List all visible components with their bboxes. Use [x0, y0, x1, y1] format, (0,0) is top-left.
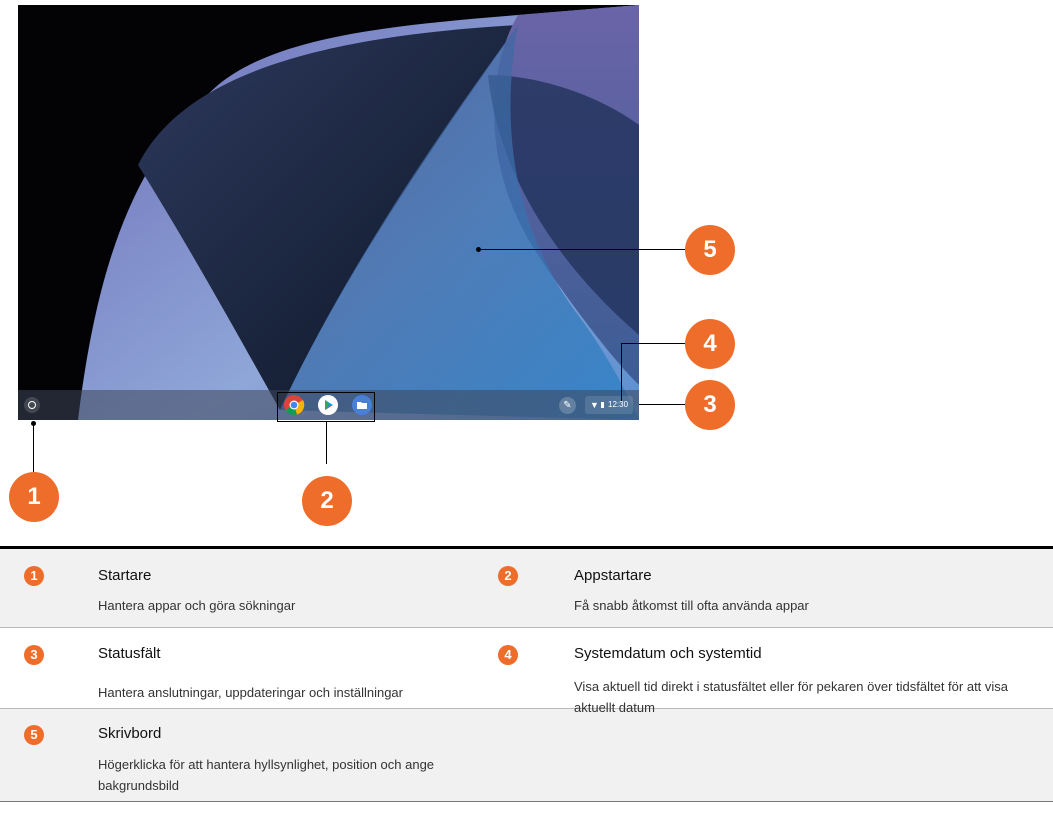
pen-icon: ✎ — [563, 400, 572, 411]
legend-description: Visa aktuell tid direkt i statusfältet e… — [574, 679, 1009, 715]
callout-2-line — [326, 422, 327, 464]
legend-title: Systemdatum och systemtid — [574, 645, 762, 662]
launcher-button[interactable] — [24, 397, 40, 413]
stylus-tools-button[interactable]: ✎ — [559, 397, 576, 414]
legend-number: 1 — [24, 566, 44, 586]
wifi-icon: ▼ — [590, 400, 599, 410]
callout-1: 1 — [9, 472, 59, 522]
legend-separator — [0, 627, 1053, 628]
legend-description: Hantera appar och göra sökningar — [98, 598, 296, 613]
callout-3-line — [639, 404, 685, 405]
callout-4: 4 — [685, 319, 735, 369]
callout-4-line-v — [621, 343, 622, 401]
launcher-icon — [28, 401, 36, 409]
legend-title: Skrivbord — [98, 725, 162, 742]
legend-description: Högerklicka för att hantera hyllsynlighe… — [98, 757, 435, 793]
desktop-wallpaper[interactable] — [18, 5, 639, 420]
battery-icon — [601, 402, 604, 408]
legend-title: Startare — [98, 567, 152, 584]
legend-title: Appstartare — [574, 567, 652, 584]
callout-4-line-h — [621, 343, 685, 344]
legend-description: Få snabb åtkomst till ofta använda appar — [574, 598, 809, 613]
clock[interactable]: 12:30 — [608, 396, 628, 414]
legend-bottom-rule — [0, 801, 1053, 802]
legend-number: 4 — [498, 645, 518, 665]
legend-number: 3 — [24, 645, 44, 665]
app-launcher-bracket — [277, 392, 375, 422]
callout-1-line — [33, 424, 34, 472]
legend-number: 5 — [24, 725, 44, 745]
callout-5-line — [480, 249, 685, 250]
callout-5: 5 — [685, 225, 735, 275]
legend-description: Hantera anslutningar, uppdateringar och … — [98, 685, 403, 700]
chromebook-screen: ✎ ▼ 12:30 — [18, 5, 639, 420]
callout-3: 3 — [685, 380, 735, 430]
legend-number: 2 — [498, 566, 518, 586]
callout-2: 2 — [302, 476, 352, 526]
legend-title: Statusfält — [98, 645, 161, 662]
status-tray[interactable]: ▼ 12:30 — [585, 396, 633, 414]
